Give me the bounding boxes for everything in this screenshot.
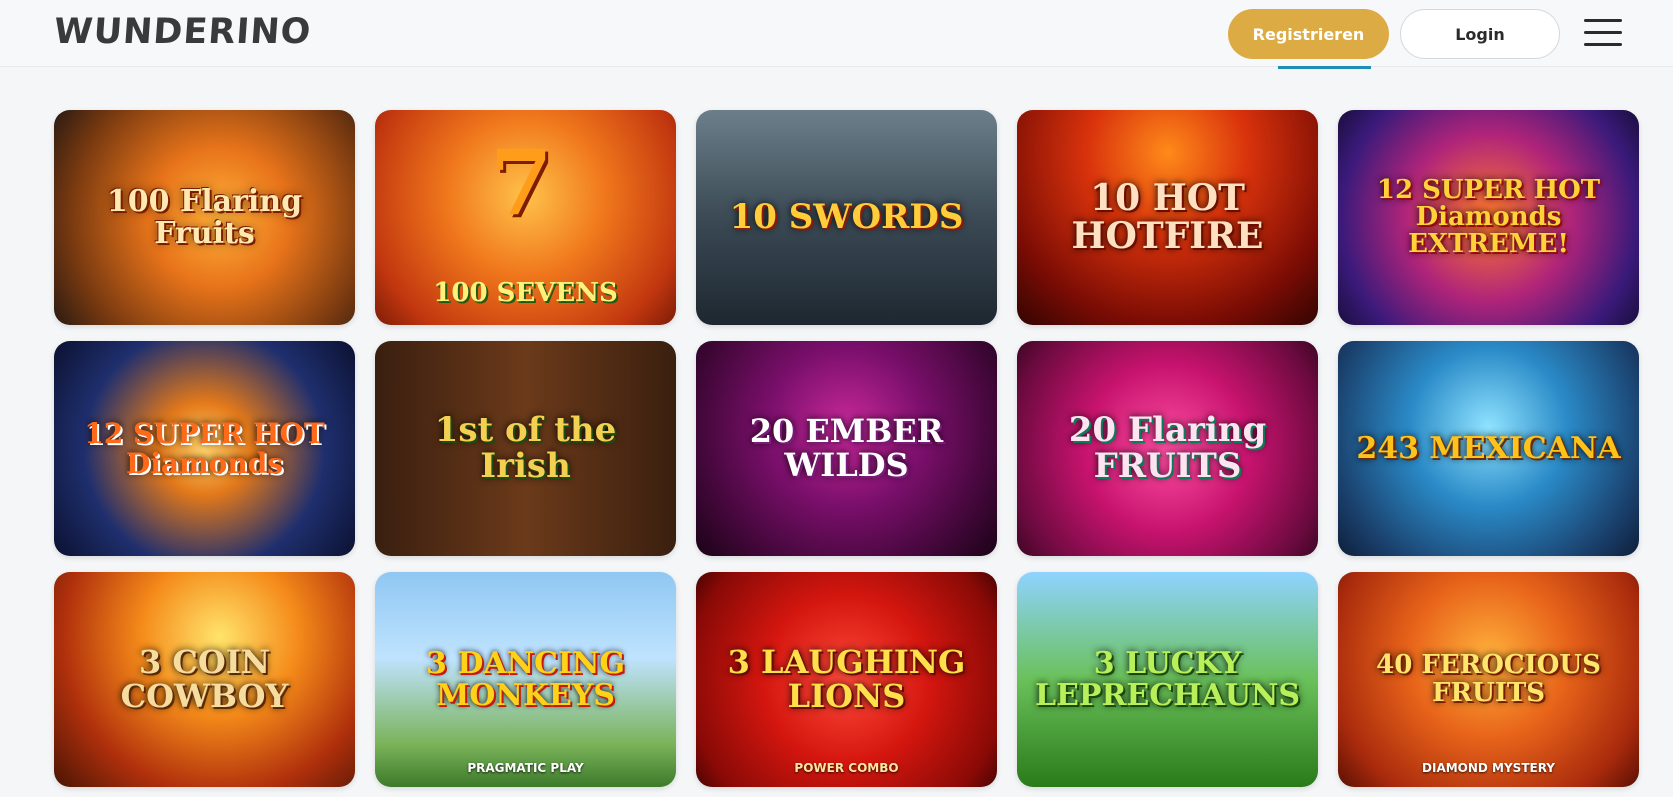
game-feature-label: POWER COMBO (794, 761, 899, 775)
top-header: WUNDERINO Registrieren Login (0, 0, 1673, 69)
register-button[interactable]: Registrieren (1228, 9, 1389, 59)
game-tile-3-lucky-leprechauns[interactable]: 3 LUCKY LEPRECHAUNS (1017, 572, 1318, 787)
game-title: 40 FEROCIOUS FRUITS (1376, 650, 1601, 708)
game-title: 243 MEXICANA (1356, 430, 1621, 466)
game-tile-10-swords[interactable]: 10 SWORDS (696, 110, 997, 325)
game-tile-243-mexicana[interactable]: 243 MEXICANA (1338, 341, 1639, 556)
game-title: 12 SUPER HOT Diamonds EXTREME! (1376, 174, 1601, 260)
game-tile-20-ember-wilds[interactable]: 20 EMBER WILDS (696, 341, 997, 556)
seven-symbol: 7 (490, 130, 553, 236)
game-tile-3-laughing-lions[interactable]: 3 LAUGHING LIONS POWER COMBO (696, 572, 997, 787)
game-tile-20-flaring-fruits[interactable]: 20 Flaring FRUITS (1017, 341, 1318, 556)
game-tile-100-sevens[interactable]: 7 100 SEVENS (375, 110, 676, 325)
game-title: 20 EMBER WILDS (749, 411, 944, 484)
game-tile-3-coin-cowboy[interactable]: 3 COIN COWBOY (54, 572, 355, 787)
login-button[interactable]: Login (1400, 9, 1560, 59)
game-title: 3 LAUGHING LIONS (727, 642, 966, 715)
game-tile-10-hot-hotfire[interactable]: 10 HOT HOTFIRE (1017, 110, 1318, 325)
game-title: 100 Flaring Fruits (106, 184, 303, 251)
active-nav-indicator (1278, 66, 1371, 69)
game-title: 3 DANCING MONKEYS (426, 646, 625, 713)
game-tile-12-super-hot-diamonds-extreme[interactable]: 12 SUPER HOT Diamonds EXTREME! (1338, 110, 1639, 325)
game-title: 3 LUCKY LEPRECHAUNS (1034, 646, 1301, 713)
game-feature-label: DIAMOND MYSTERY (1422, 761, 1555, 775)
game-title: 3 COIN COWBOY (120, 642, 289, 715)
game-title: 100 SEVENS (433, 277, 618, 308)
game-grid: 100 Flaring Fruits 7 100 SEVENS 10 SWORD… (54, 110, 1640, 787)
game-title: 10 SWORDS (729, 196, 964, 237)
game-title: 12 SUPER HOT Diamonds (84, 417, 325, 480)
game-title: 10 HOT HOTFIRE (1071, 176, 1264, 257)
game-tile-100-flaring-fruits[interactable]: 100 Flaring Fruits (54, 110, 355, 325)
game-title: 20 Flaring FRUITS (1068, 409, 1267, 486)
game-title: 1st of the Irish (434, 409, 617, 486)
wunderino-logo[interactable]: WUNDERINO (53, 12, 313, 52)
game-provider-label: PRAGMATIC PLAY (467, 761, 584, 775)
game-tile-1st-of-the-irish[interactable]: 1st of the Irish (375, 341, 676, 556)
hamburger-menu-icon[interactable] (1584, 19, 1622, 49)
game-tile-40-ferocious-fruits[interactable]: 40 FEROCIOUS FRUITS DIAMOND MYSTERY (1338, 572, 1639, 787)
game-tile-3-dancing-monkeys[interactable]: 3 DANCING MONKEYS PRAGMATIC PLAY (375, 572, 676, 787)
game-tile-12-super-hot-diamonds[interactable]: 12 SUPER HOT Diamonds (54, 341, 355, 556)
